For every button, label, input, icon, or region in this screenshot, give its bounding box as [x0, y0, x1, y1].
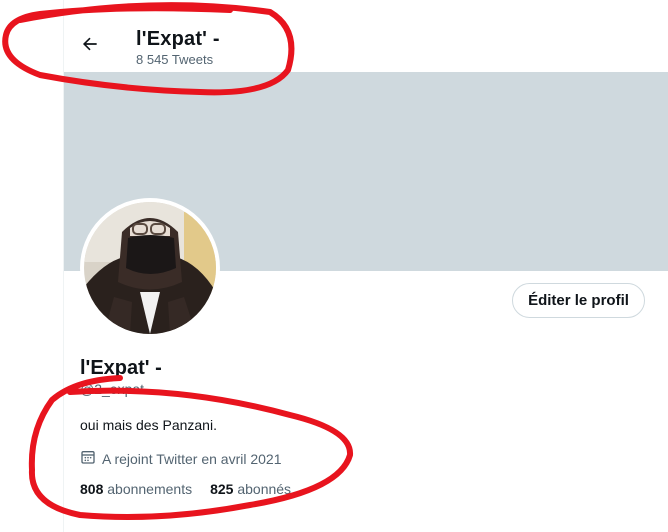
followers-link[interactable]: 825 abonnés	[210, 481, 291, 497]
profile-page: l'Expat' - 8 545 Tweets Éditer le profil…	[0, 0, 668, 532]
profile-bio: oui mais des Panzani.	[80, 417, 217, 433]
following-label: abonnements	[107, 481, 193, 497]
joined-text: A rejoint Twitter en avril 2021	[102, 450, 282, 467]
left-gutter	[0, 0, 63, 532]
avatar[interactable]	[80, 198, 220, 338]
joined-date: A rejoint Twitter en avril 2021	[80, 449, 282, 468]
tweet-count: 8 545 Tweets	[136, 52, 214, 67]
following-link[interactable]: 808 abonnements	[80, 481, 192, 497]
edit-profile-button[interactable]: Éditer le profil	[512, 283, 645, 318]
follow-stats: 808 abonnements 825 abonnés	[80, 481, 291, 497]
profile-name: l'Expat' -	[80, 357, 162, 379]
followers-count: 825	[210, 481, 234, 497]
back-button[interactable]	[74, 30, 106, 62]
profile-handle: @2_expat	[80, 381, 145, 397]
followers-label: abonnés	[237, 481, 292, 497]
arrow-left-icon	[80, 34, 100, 59]
header-title: l'Expat' -	[136, 28, 220, 50]
calendar-icon	[80, 449, 96, 468]
following-count: 808	[80, 481, 104, 497]
